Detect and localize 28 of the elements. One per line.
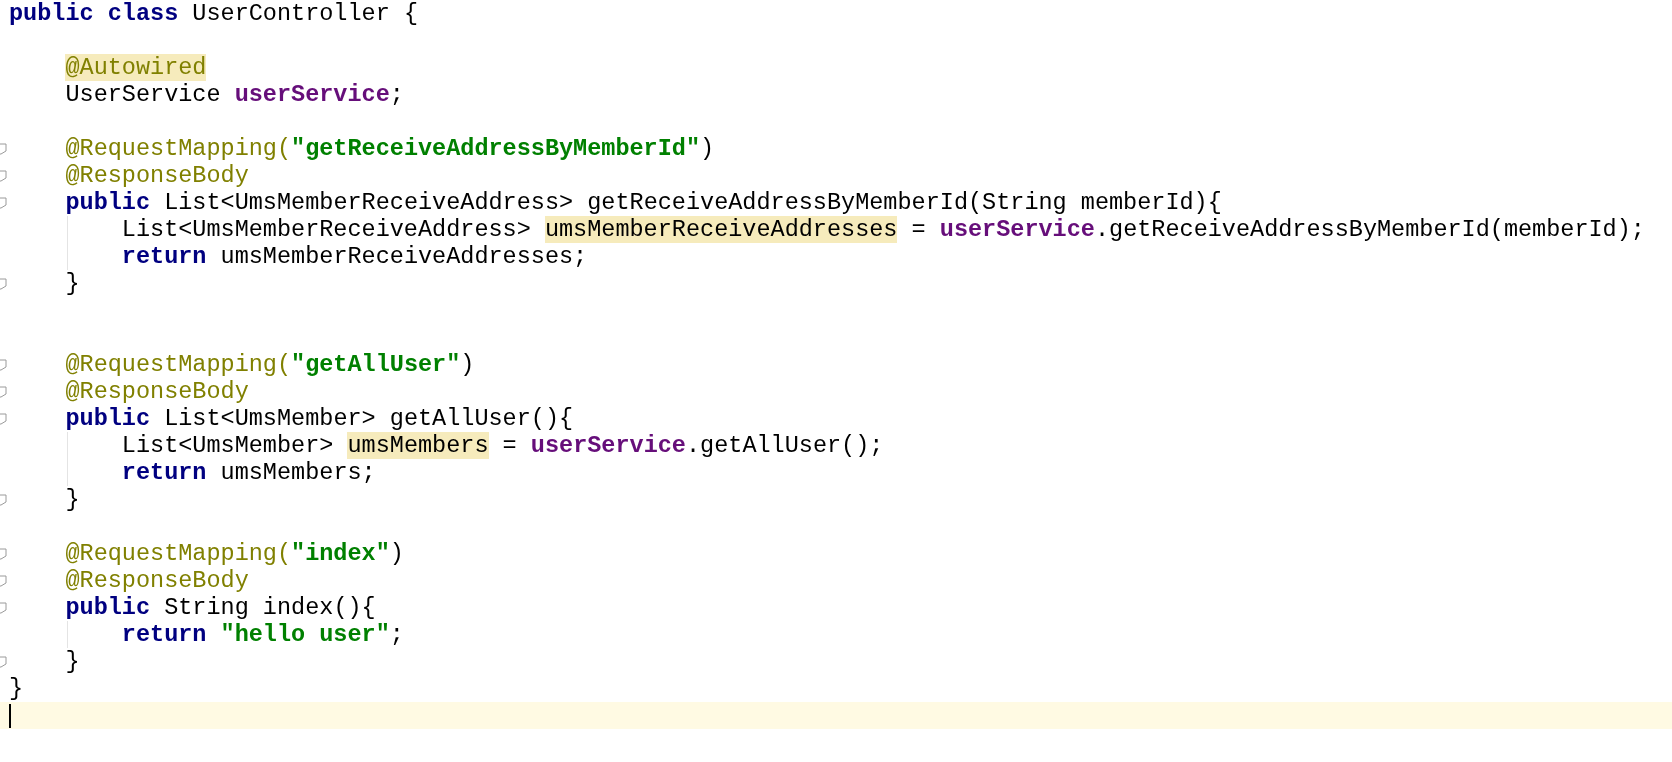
fold-icon[interactable] xyxy=(0,386,7,398)
fold-icon[interactable] xyxy=(0,170,7,182)
fold-icon[interactable] xyxy=(0,278,7,290)
code-line: UserService userService; xyxy=(64,81,404,108)
fold-icon[interactable] xyxy=(0,413,7,425)
fold-icon[interactable] xyxy=(0,359,7,371)
fold-icon[interactable] xyxy=(0,548,7,560)
fold-icon[interactable] xyxy=(0,143,7,155)
code-line: @ResponseBody xyxy=(64,567,249,594)
code-line: public String index(){ xyxy=(64,594,376,621)
code-line: @RequestMapping("index") xyxy=(64,540,404,567)
code-line: @ResponseBody xyxy=(64,162,249,189)
code-line: public class UserController { xyxy=(9,0,418,27)
text-cursor xyxy=(9,703,11,728)
fold-icon[interactable] xyxy=(0,656,7,668)
code-line: } xyxy=(9,675,24,702)
code-line: } xyxy=(64,486,80,513)
code-line: } xyxy=(64,648,80,675)
code-line: public List<UmsMember> getAllUser(){ xyxy=(64,405,574,432)
code-line: @RequestMapping("getReceiveAddressByMemberId") xyxy=(64,135,715,162)
code-line: public List<UmsMemberReceiveAddress> getReceiveAddressByMemberId(String memberId){ xyxy=(64,189,1222,216)
code-line: } xyxy=(64,270,80,297)
fold-icon[interactable] xyxy=(0,197,7,209)
fold-icon[interactable] xyxy=(0,602,7,614)
code-line: @ResponseBody xyxy=(64,378,249,405)
code-line: @RequestMapping("getAllUser") xyxy=(64,351,475,378)
fold-icon[interactable] xyxy=(0,494,7,506)
fold-icon[interactable] xyxy=(0,575,7,587)
